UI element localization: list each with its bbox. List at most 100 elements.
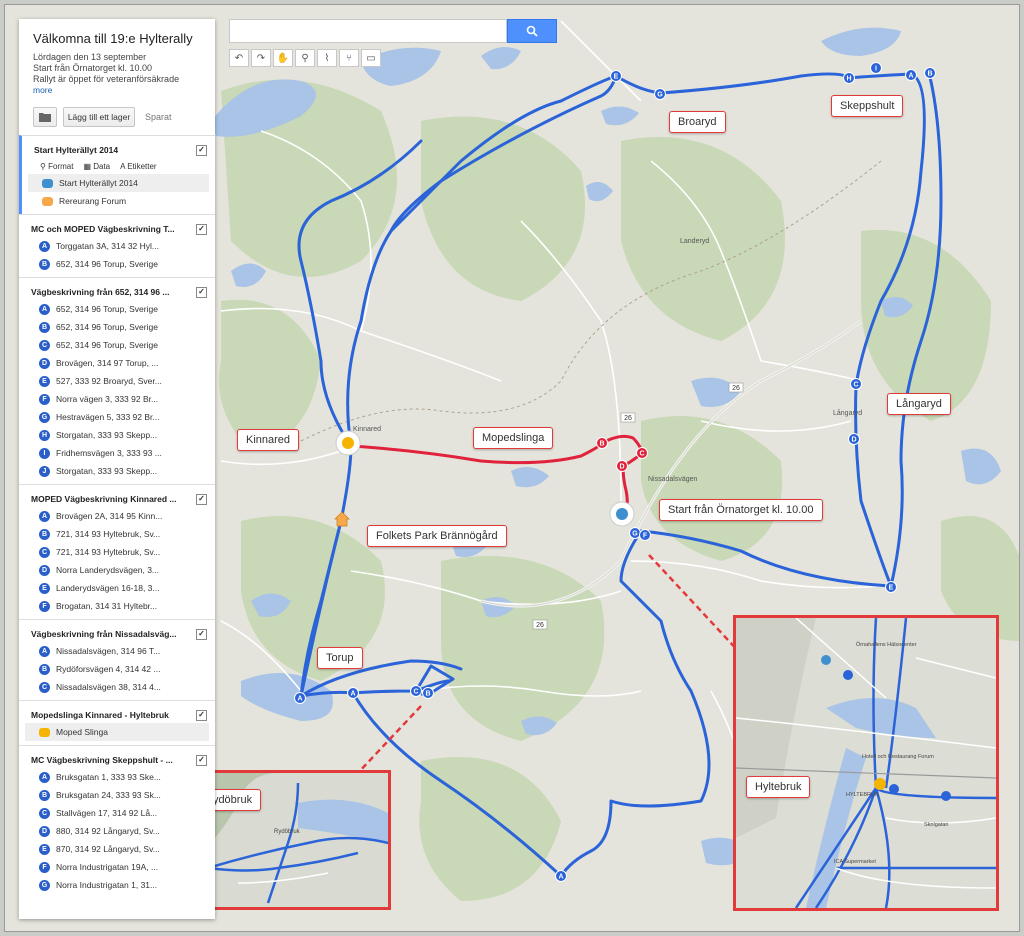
search-button[interactable] (507, 19, 557, 43)
marker-E-langaryd: E (885, 581, 897, 593)
map-description: Lördagen den 13 september Start från Örn… (33, 52, 180, 84)
list-item[interactable]: Start Hylterällyt 2014 (28, 174, 209, 192)
list-item[interactable]: D Norra Landerydsvägen, 3... (19, 561, 215, 579)
waypoint-badge: A (39, 240, 50, 252)
list-item[interactable]: Rereurang Forum (22, 192, 215, 210)
layer-title[interactable]: MOPED Vägbeskrivning Kinnared ... ✓ (19, 491, 215, 507)
svg-text:C: C (853, 382, 858, 389)
list-item[interactable]: A Brovägen 2A, 314 95 Kinn... (19, 507, 215, 525)
list-item-label: Brogatan, 314 31 Hyltebr... (56, 601, 158, 611)
list-item[interactable]: E 527, 333 92 Broaryd, Sver... (19, 372, 215, 390)
list-item[interactable]: E Landerydsvägen 16-18, 3... (19, 579, 215, 597)
draw-line-button[interactable]: ⌇ (317, 49, 337, 67)
map-frame: E G H I A B C D E A C B A A G F B C D La… (4, 4, 1020, 932)
list-item[interactable]: C Stallvägen 17, 314 92 Lå... (19, 804, 215, 822)
list-item[interactable]: B 721, 314 93 Hyltebruk, Sv... (19, 525, 215, 543)
marker-C-moped: C (636, 447, 648, 459)
undo-button[interactable]: ↶ (229, 49, 249, 67)
svg-text:E: E (614, 74, 619, 81)
measure-button[interactable]: ▭ (361, 49, 381, 67)
list-item[interactable]: A 652, 314 96 Torup, Sverige (19, 300, 215, 318)
list-item[interactable]: D 880, 314 92 Långaryd, Sv... (19, 822, 215, 840)
waypoint-badge: B (39, 258, 50, 270)
layer-4[interactable]: Vägbeskrivning från Nissadalsväg... ✓ A Nis… (19, 619, 215, 700)
list-item-label: Rydöforsvägen 4, 314 42 ... (56, 664, 161, 674)
list-item[interactable]: A Torggatan 3A, 314 32 Hyl... (19, 237, 215, 255)
list-item[interactable]: C Nissadalsvägen 38, 314 4... (19, 678, 215, 696)
layer-5[interactable]: Mopedslinga Kinnared - Hyltebruk ✓ Moped S… (19, 700, 215, 745)
label-kinnared-small: Kinnared (353, 426, 381, 433)
layer-tool-labels[interactable]: A Etiketter (120, 162, 156, 171)
marker-G-hylte: G (629, 527, 641, 539)
layer-6[interactable]: MC Vägbeskrivning Skeppshult - ... ✓ A Bruk… (19, 745, 215, 898)
list-item-label: Landerydsvägen 16-18, 3... (56, 583, 160, 593)
layer-visibility-checkbox[interactable]: ✓ (196, 144, 207, 156)
list-item[interactable]: F Norra Industrigatan 19A, ... (19, 858, 215, 876)
list-item[interactable]: Moped Slinga (25, 723, 209, 741)
more-link[interactable]: more (33, 85, 215, 95)
layer-visibility-checkbox[interactable]: ✓ (196, 628, 207, 640)
directions-button[interactable]: ⑂ (339, 49, 359, 67)
map-toolbar: ↶ ↷ ✋ ⚲ ⌇ ⑂ ▭ (229, 49, 383, 67)
layer-2[interactable]: Vägbeskrivning från 652, 314 96 ... ✓ A 652… (19, 277, 215, 484)
waypoint-badge: B (39, 321, 50, 333)
waypoint-badge: E (39, 843, 50, 855)
layer-visibility-checkbox[interactable]: ✓ (196, 223, 207, 235)
layer-visibility-checkbox[interactable]: ✓ (196, 493, 207, 505)
list-item[interactable]: B Rydöforsvägen 4, 314 42 ... (19, 660, 215, 678)
layer-visibility-checkbox[interactable]: ✓ (196, 709, 207, 721)
waypoint-badge: C (39, 681, 50, 693)
layers-list: Start Hylterällyt 2014 ✓ ⚲ Format ▦ Data A E… (19, 135, 215, 898)
marker-C-langaryd: C (850, 378, 862, 390)
layer-title[interactable]: Start Hylterällyt 2014 ✓ (22, 142, 215, 158)
list-item[interactable]: E 870, 314 92 Långaryd, Sv... (19, 840, 215, 858)
list-item[interactable]: G Hestravägen 5, 333 92 Br... (19, 408, 215, 426)
list-item[interactable]: C 652, 314 96 Torup, Sverige (19, 336, 215, 354)
list-item[interactable]: F Norra vägen 3, 333 92 Br... (19, 390, 215, 408)
list-item[interactable]: F Brogatan, 314 31 Hyltebr... (19, 597, 215, 615)
list-item-label: Rereurang Forum (59, 196, 127, 206)
add-marker-button[interactable]: ⚲ (295, 49, 315, 67)
marker-A-skeppshult: A (905, 69, 917, 81)
layer-title[interactable]: Mopedslinga Kinnared - Hyltebruk ✓ (19, 707, 215, 723)
list-item-label: Bruksgatan 24, 333 93 Sk... (56, 790, 161, 800)
layer-title-text: Start Hylterällyt 2014 (34, 145, 119, 155)
layer-3[interactable]: MOPED Vägbeskrivning Kinnared ... ✓ A Brovä… (19, 484, 215, 619)
list-item[interactable]: A Bruksgatan 1, 333 93 Ske... (19, 768, 215, 786)
layer-tool-format[interactable]: ⚲ Format (40, 162, 73, 171)
inset-hyltebruk-map: Örnahallens Hälsocenter ICA Supermarket … (736, 618, 996, 908)
add-layer-button[interactable]: Lägg till ett lager (63, 107, 135, 127)
layer-title[interactable]: Vägbeskrivning från Nissadalsväg... ✓ (19, 626, 215, 642)
open-folder-button[interactable] (33, 107, 57, 127)
marker-F-hylte: F (639, 529, 651, 541)
marker-B-moped: B (596, 437, 608, 449)
layer-visibility-checkbox[interactable]: ✓ (196, 286, 207, 298)
waypoint-badge: I (39, 447, 50, 459)
layer-1[interactable]: MC och MOPED Vägbeskrivning T... ✓ A Torgga… (19, 214, 215, 277)
list-item[interactable]: B 652, 314 96 Torup, Sverige (19, 255, 215, 273)
waypoint-badge: A (39, 645, 50, 657)
layer-title[interactable]: MC och MOPED Vägbeskrivning T... ✓ (19, 221, 215, 237)
layer-tool-data[interactable]: ▦ Data (83, 162, 110, 171)
list-item[interactable]: A Nissadalsvägen, 314 96 T... (19, 642, 215, 660)
list-item[interactable]: I Fridhemsvägen 3, 333 93 ... (19, 444, 215, 462)
layer-0[interactable]: Start Hylterällyt 2014 ✓ ⚲ Format ▦ Data A E… (19, 135, 215, 214)
map-title[interactable]: Välkomna till 19:e Hylterally (33, 31, 215, 46)
marker-B-skeppshult: B (924, 67, 936, 79)
list-item-label: 527, 333 92 Broaryd, Sver... (56, 376, 162, 386)
undo-icon: ↶ (234, 52, 244, 64)
list-item[interactable]: H Storgatan, 333 93 Skepp... (19, 426, 215, 444)
layer-title[interactable]: MC Vägbeskrivning Skeppshult - ... ✓ (19, 752, 215, 768)
list-item[interactable]: G Norra Industrigatan 1, 31... (19, 876, 215, 894)
search-input[interactable] (229, 19, 507, 43)
layer-title[interactable]: Vägbeskrivning från 652, 314 96 ... ✓ (19, 284, 215, 300)
list-item[interactable]: B 652, 314 96 Torup, Sverige (19, 318, 215, 336)
layer-visibility-checkbox[interactable]: ✓ (196, 754, 207, 766)
directions-icon: ⑂ (346, 52, 352, 64)
list-item[interactable]: D Brovägen, 314 97 Torup, ... (19, 354, 215, 372)
pan-button[interactable]: ✋ (273, 49, 293, 67)
redo-button[interactable]: ↷ (251, 49, 271, 67)
list-item[interactable]: J Storgatan, 333 93 Skepp... (19, 462, 215, 480)
list-item[interactable]: C 721, 314 93 Hyltebruk, Sv... (19, 543, 215, 561)
list-item[interactable]: B Bruksgatan 24, 333 93 Sk... (19, 786, 215, 804)
